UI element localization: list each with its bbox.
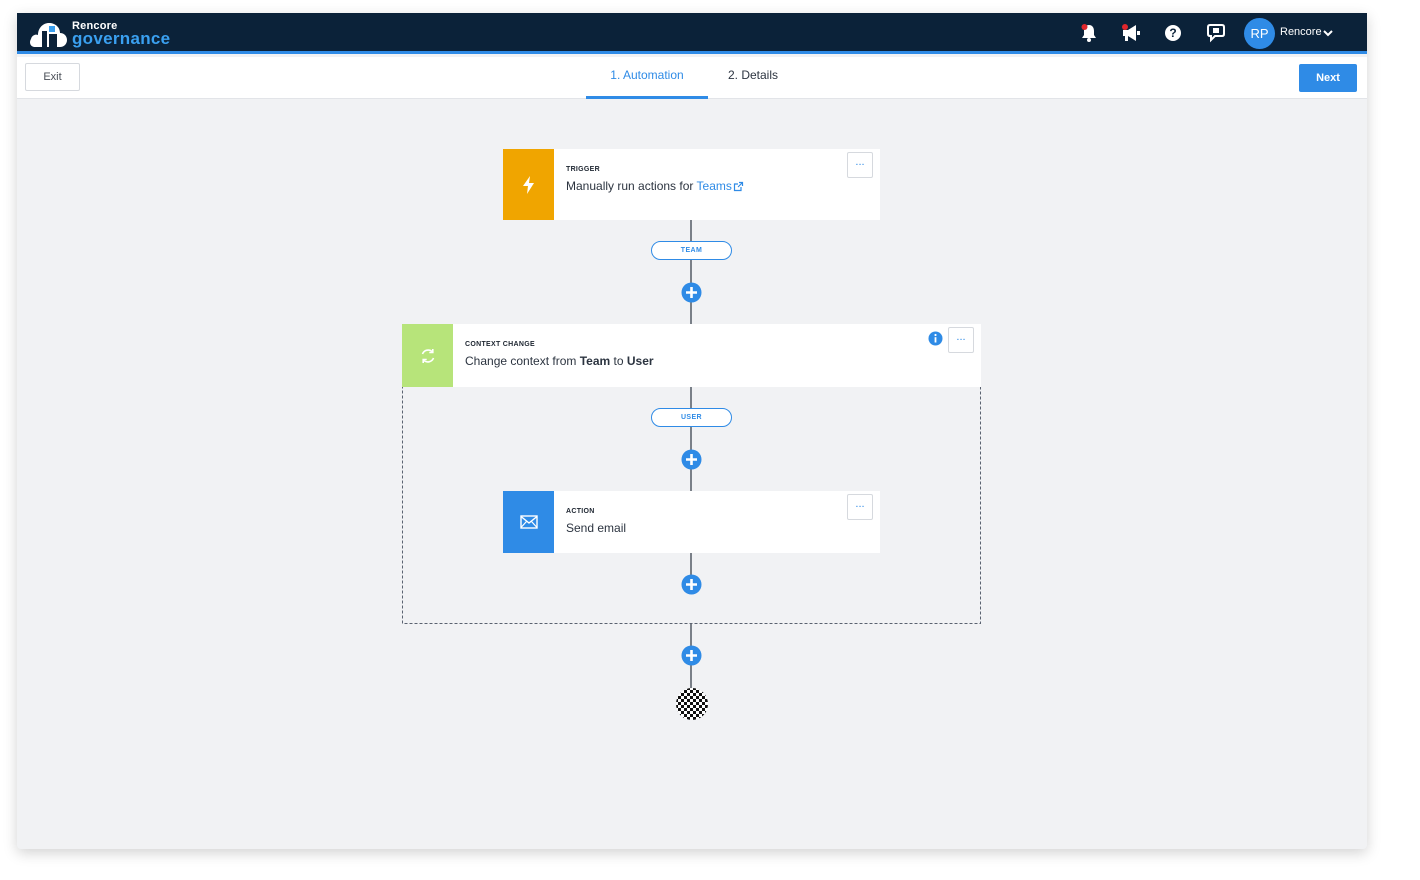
info-icon[interactable]: [928, 331, 943, 346]
teams-link[interactable]: Teams: [697, 179, 732, 193]
flow-connectors: [402, 220, 981, 688]
finish-flag-icon: [676, 688, 708, 720]
action-card[interactable]: ACTION Send email ...: [503, 491, 880, 553]
trigger-card[interactable]: TRIGGER Manually run actions for Teams .…: [503, 149, 880, 220]
action-tag: ACTION: [566, 508, 595, 515]
context-text-mid: to: [610, 354, 627, 368]
context-text-prefix: Change context from: [465, 354, 580, 368]
connector-label-user: USER: [651, 408, 732, 427]
connector-label-team: TEAM: [651, 241, 732, 260]
trigger-strip: [503, 149, 554, 220]
mail-icon: [520, 515, 538, 529]
action-strip: [503, 491, 554, 553]
action-more-button[interactable]: ...: [847, 494, 873, 520]
refresh-icon: [421, 349, 435, 363]
trigger-text-prefix: Manually run actions for: [566, 179, 697, 193]
add-step-button[interactable]: [681, 645, 702, 666]
context-change-more-button[interactable]: ...: [948, 327, 974, 353]
context-from: Team: [579, 354, 611, 368]
add-step-button[interactable]: [681, 449, 702, 470]
external-link-icon[interactable]: [733, 181, 744, 192]
context-change-text: Change context from Team to User: [465, 354, 654, 368]
trigger-more-button[interactable]: ...: [847, 152, 873, 178]
trigger-tag: TRIGGER: [566, 166, 600, 173]
trigger-text: Manually run actions for Teams: [566, 179, 732, 193]
lightning-icon: [523, 176, 534, 194]
add-step-button[interactable]: [681, 282, 702, 303]
add-step-button[interactable]: [681, 574, 702, 595]
action-text: Send email: [566, 521, 627, 535]
app-window: Rencore governance ? RP Rencore Exit 1. …: [17, 13, 1367, 849]
context-change-tag: CONTEXT CHANGE: [465, 341, 535, 348]
context-change-strip: [402, 324, 453, 387]
context-to: User: [626, 354, 654, 368]
context-change-card[interactable]: CONTEXT CHANGE Change context from Team …: [402, 324, 981, 387]
